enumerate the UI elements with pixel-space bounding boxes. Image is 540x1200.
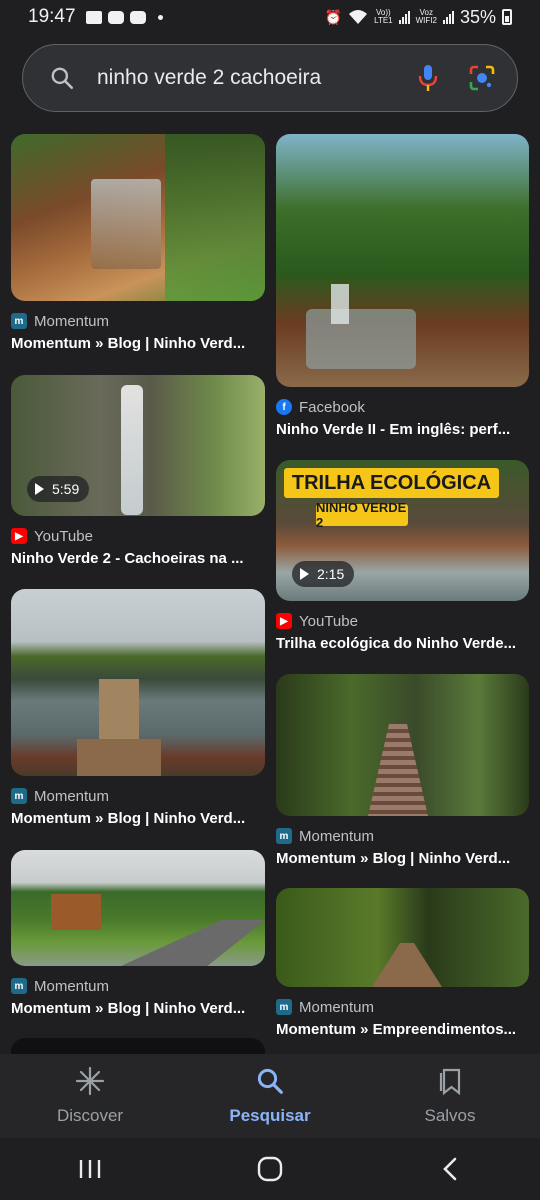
system-navigation-bar [0, 1138, 540, 1200]
result-title[interactable]: Momentum » Blog | Ninho Verd... [11, 810, 255, 827]
status-time: 19:47 [28, 6, 76, 27]
result-thumbnail[interactable]: TRILHA ECOLÓGICA NINHO VERDE 2 2:15 [276, 460, 529, 601]
result-title[interactable]: Momentum » Blog | Ninho Verd... [276, 850, 520, 867]
video-duration-badge: 5:59 [27, 476, 90, 502]
result-thumbnail[interactable] [276, 134, 529, 387]
result-title[interactable]: Momentum » Blog | Ninho Verd... [11, 1000, 255, 1017]
nav-saved[interactable]: Salvos [360, 1054, 540, 1138]
momentum-icon: m [276, 999, 292, 1015]
result-card[interactable]: m Momentum Momentum » Blog | Ninho Verd.… [11, 134, 265, 352]
signal-2-icon [442, 10, 454, 24]
battery-icon [502, 9, 512, 25]
video-duration-badge: 2:15 [292, 561, 355, 587]
discover-icon[interactable] [75, 1066, 105, 1096]
source-name: Facebook [299, 398, 365, 416]
recents-icon [79, 1160, 101, 1178]
facebook-icon: f [276, 399, 292, 415]
momentum-icon: m [11, 788, 27, 804]
recent-apps-button[interactable] [60, 1149, 120, 1189]
search-nav-icon[interactable] [255, 1066, 285, 1096]
status-bar: 19:47 ⏰ Vo)) LTE1 Voz WIFI2 35% [0, 0, 540, 34]
result-card[interactable]: m Momentum Momentum » Blog | Ninho Verd.… [11, 589, 265, 827]
result-source: m Momentum [276, 826, 529, 846]
result-thumbnail[interactable] [276, 674, 529, 816]
duration-text: 2:15 [317, 566, 345, 582]
youtube-notification-icon-2 [129, 10, 146, 24]
result-thumbnail[interactable] [11, 134, 265, 301]
result-thumbnail[interactable] [11, 850, 265, 966]
result-title[interactable]: Momentum » Blog | Ninho Verd... [11, 335, 255, 352]
nav-discover[interactable]: Discover [0, 1054, 180, 1138]
nav-search-label: Pesquisar [229, 1106, 311, 1125]
play-icon [300, 568, 309, 580]
back-button[interactable] [420, 1149, 480, 1189]
image-results-grid: m Momentum Momentum » Blog | Ninho Verd.… [0, 130, 540, 1055]
result-source: m Momentum [11, 786, 265, 806]
signal-1-icon [398, 10, 410, 24]
play-icon [35, 483, 44, 495]
search-bar[interactable]: ninho verde 2 cachoeira [22, 44, 518, 112]
result-source: ▶ YouTube [276, 611, 529, 631]
result-card[interactable]: m Momentum Momentum » Blog | Ninho Verd.… [276, 674, 529, 867]
network-1-label: Vo)) LTE1 [374, 9, 393, 25]
source-name: Momentum [34, 312, 110, 330]
nav-search[interactable]: Pesquisar [180, 1054, 360, 1138]
source-name: Momentum [299, 827, 375, 845]
result-title[interactable]: Ninho Verde II - Em inglês: perf... [276, 421, 520, 438]
nav-discover-label: Discover [56, 1106, 124, 1125]
net1-bottom: LTE1 [374, 16, 393, 25]
youtube-icon: ▶ [276, 613, 292, 629]
mic-icon[interactable] [413, 63, 443, 93]
result-thumbnail[interactable]: 5:59 [11, 375, 265, 516]
momentum-icon: m [276, 828, 292, 844]
result-card-partial[interactable] [11, 1038, 265, 1055]
result-title[interactable]: Trilha ecológica do Ninho Verde... [276, 635, 520, 652]
google-lens-icon[interactable] [467, 63, 497, 93]
source-name: YouTube [34, 527, 93, 545]
momentum-icon: m [11, 313, 27, 329]
thumbnail-banner-subtitle: NINHO VERDE 2 [316, 500, 408, 530]
network-2-label: Voz WIFI2 [416, 9, 437, 25]
more-notifications-icon [157, 14, 163, 20]
alarm-icon: ⏰ [324, 8, 343, 25]
net2-bottom: WIFI2 [415, 16, 437, 25]
source-name: YouTube [299, 612, 358, 630]
result-card[interactable]: m Momentum Momentum » Empreendimentos... [276, 888, 529, 1038]
wifi-icon [349, 10, 368, 24]
result-title[interactable]: Ninho Verde 2 - Cachoeiras na ... [11, 550, 255, 567]
home-icon [257, 1156, 283, 1182]
duration-text: 5:59 [52, 481, 80, 497]
result-thumbnail[interactable] [276, 888, 529, 987]
result-thumbnail[interactable] [11, 589, 265, 776]
result-source: m Momentum [11, 311, 265, 331]
source-name: Momentum [299, 998, 375, 1016]
search-icon[interactable] [49, 65, 75, 91]
gallery-notification-icon [85, 10, 102, 24]
result-card[interactable]: f Facebook Ninho Verde II - Em inglês: p… [276, 134, 529, 438]
back-icon [443, 1157, 457, 1181]
thumbnail-banner-title: TRILHA ECOLÓGICA [284, 468, 499, 498]
result-title[interactable]: Momentum » Empreendimentos... [276, 1021, 520, 1038]
result-source: ▶ YouTube [11, 526, 265, 546]
result-source: m Momentum [11, 976, 265, 996]
youtube-notification-icon [107, 10, 124, 24]
nav-saved-label: Salvos [424, 1106, 476, 1125]
result-source: m Momentum [276, 997, 529, 1017]
search-query[interactable]: ninho verde 2 cachoeira [97, 66, 389, 90]
result-card[interactable]: TRILHA ECOLÓGICA NINHO VERDE 2 2:15 ▶ Yo… [276, 460, 529, 652]
momentum-icon: m [11, 978, 27, 994]
result-card[interactable]: 5:59 ▶ YouTube Ninho Verde 2 - Cachoeira… [11, 375, 265, 567]
battery-percent: 35% [459, 6, 496, 27]
home-button[interactable] [240, 1149, 300, 1189]
bottom-navigation: Discover Pesquisar Salvos [0, 1054, 540, 1138]
source-name: Momentum [34, 787, 110, 805]
youtube-icon: ▶ [11, 528, 27, 544]
bookmark-icon[interactable] [435, 1066, 465, 1096]
result-source: f Facebook [276, 397, 529, 417]
source-name: Momentum [34, 977, 110, 995]
result-card[interactable]: m Momentum Momentum » Blog | Ninho Verd.… [11, 850, 265, 1017]
